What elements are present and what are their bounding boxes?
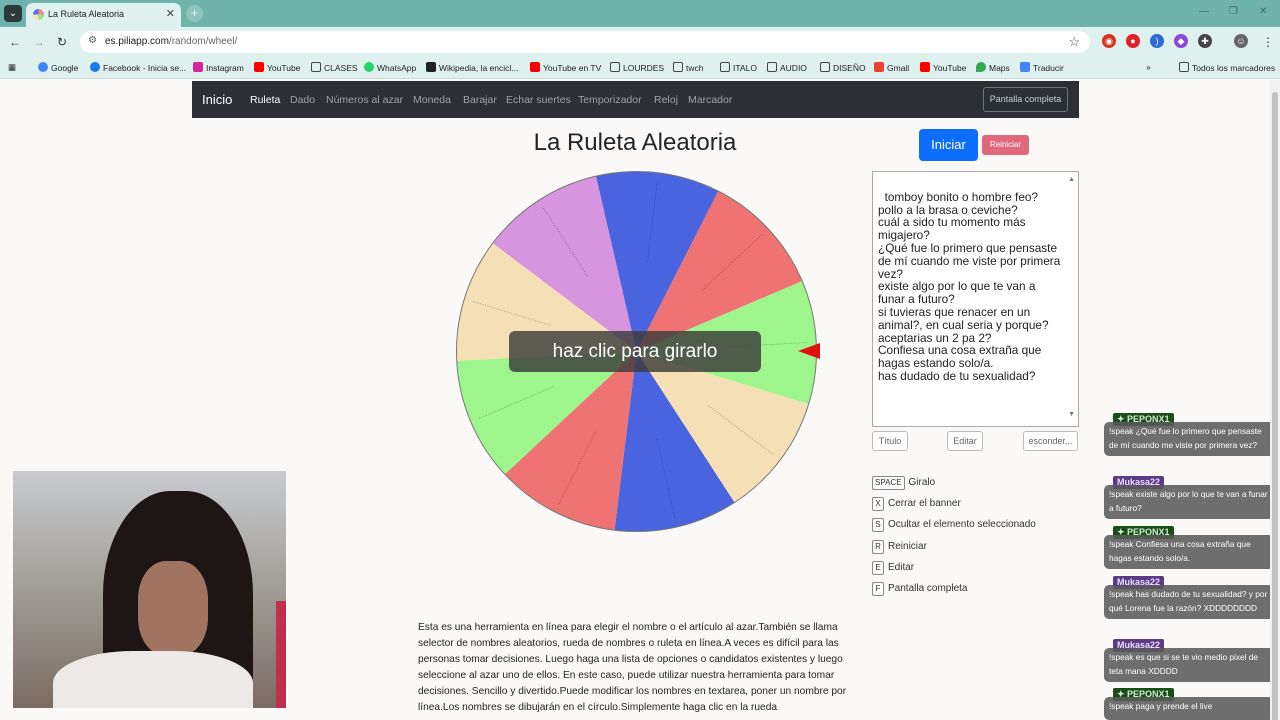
bookmark-item[interactable]: Maps <box>976 62 1010 73</box>
bookmark-item[interactable]: Traducir <box>1020 62 1064 73</box>
extension-icon[interactable]: ) <box>1150 34 1164 48</box>
options-text: tomboy bonito o hombre feo? pollo a la b… <box>878 189 1061 383</box>
chat-message: !speak has dudado de tu sexualidad? y po… <box>1104 585 1274 619</box>
extension-icon[interactable]: ◉ <box>1102 34 1116 48</box>
wheel-favicon-icon <box>33 9 44 20</box>
bookmark-folder[interactable]: ITALO <box>720 62 757 73</box>
browser-tab-active[interactable]: La Ruleta Aleatoria ✕ <box>26 3 181 27</box>
more-bookmarks-icon[interactable]: » <box>1146 62 1151 72</box>
url-text: es.piliapp.com/random/wheel/ <box>105 36 238 47</box>
hide-button[interactable]: esconder... <box>1023 431 1078 451</box>
reload-icon[interactable]: ↻ <box>57 35 67 49</box>
brand-link[interactable]: Inicio <box>202 92 232 107</box>
close-icon[interactable]: ✕ <box>166 7 175 20</box>
bookmark-folder[interactable]: LOURDES <box>610 62 664 73</box>
close-window-icon[interactable]: ✕ <box>1259 6 1267 17</box>
bookmark-item[interactable]: Google <box>38 62 78 73</box>
title-button[interactable]: Título <box>872 431 908 451</box>
nav-link-moneda[interactable]: Moneda <box>413 94 451 106</box>
chat-message: !speak Confiesa una cosa extraña que hag… <box>1104 535 1274 569</box>
bookmark-item[interactable]: Instagram <box>193 62 244 73</box>
scrollbar-thumb[interactable] <box>1272 92 1278 720</box>
wheel-pointer-icon <box>798 343 820 359</box>
bookmark-star-icon[interactable]: ☆ <box>1068 34 1080 50</box>
nav-link-marcador[interactable]: Marcador <box>688 94 732 106</box>
scroll-down-icon[interactable]: ▼ <box>1068 409 1075 422</box>
bookmark-item[interactable]: YouTube <box>254 62 300 73</box>
options-textarea[interactable]: tomboy bonito o hombre feo? pollo a la b… <box>872 171 1079 427</box>
site-navbar: Inicio Ruleta Dado Números al azar Moned… <box>192 81 1079 118</box>
tab-title: La Ruleta Aleatoria <box>48 9 125 19</box>
maximize-icon[interactable]: ❐ <box>1229 6 1238 17</box>
bookmark-folder[interactable]: AUDIO <box>767 62 807 73</box>
apps-grid-icon[interactable]: ▦ <box>8 62 16 73</box>
nav-link-ruleta[interactable]: Ruleta <box>250 94 280 106</box>
shortcut-f: F Pantalla completa <box>872 582 968 596</box>
edit-button[interactable]: Editar <box>947 431 983 451</box>
bookmark-item[interactable]: YouTube en TV <box>530 62 601 73</box>
fullscreen-button[interactable]: Pantalla completa <box>983 87 1068 112</box>
bookmark-item[interactable]: YouTube <box>920 62 966 73</box>
shortcut-space: SPACE Giralo <box>872 476 935 490</box>
tab-search-button[interactable]: ⌄ <box>4 5 22 22</box>
chat-message: !speak ¿Qué fue lo primero que pensaste … <box>1104 422 1274 456</box>
nav-link-numeros[interactable]: Números al azar <box>326 94 403 106</box>
description-text: Esta es una herramienta en línea para el… <box>418 622 847 713</box>
all-bookmarks-folder[interactable]: Todos los marcadores <box>1179 62 1275 73</box>
nav-link-reloj[interactable]: Reloj <box>654 94 678 106</box>
page-scrollbar[interactable] <box>1270 80 1280 720</box>
bookmark-folder[interactable]: CLASES <box>311 62 358 73</box>
nav-link-dado[interactable]: Dado <box>290 94 315 106</box>
menu-kebab-icon[interactable]: ⋮ <box>1262 35 1274 49</box>
bookmark-item[interactable]: Gmail <box>874 62 909 73</box>
nav-link-temporizador[interactable]: Temporizador <box>578 94 642 106</box>
forward-arrow-icon[interactable]: → <box>33 35 45 49</box>
webcam-overlay <box>13 471 286 708</box>
extension-icon[interactable]: ● <box>1126 34 1140 48</box>
shortcut-r: R Reiniciar <box>872 540 927 554</box>
shortcut-s: S Ocultar el elemento seleccionado <box>872 518 1036 532</box>
bookmark-item[interactable]: Wikipedia, la encicl... <box>426 62 518 73</box>
nav-link-barajar[interactable]: Barajar <box>463 94 497 106</box>
bookmark-item[interactable]: Facebook - Inicia se... <box>90 62 186 73</box>
bookmark-folder[interactable]: twch <box>673 62 703 73</box>
minimize-icon[interactable]: — <box>1199 6 1209 17</box>
shortcut-x: X Cerrar el banner <box>872 497 961 511</box>
browser-tab-strip: ⌄ La Ruleta Aleatoria ✕ + — ❐ ✕ <box>0 0 1280 27</box>
browser-toolbar: ← → ↻ ⚙ es.piliapp.com/random/wheel/ ☆ ◉… <box>0 27 1280 57</box>
address-bar[interactable]: ⚙ es.piliapp.com/random/wheel/ ☆ <box>80 31 1090 53</box>
reset-button[interactable]: Reiniciar <box>982 135 1029 155</box>
profile-avatar-icon[interactable]: ☺ <box>1234 34 1248 48</box>
start-button[interactable]: Iniciar <box>919 129 978 161</box>
extension-icon[interactable]: ◆ <box>1174 34 1188 48</box>
spin-banner[interactable]: haz clic para girarlo <box>509 331 761 372</box>
bookmark-item[interactable]: WhatsApp <box>364 62 416 73</box>
chat-message: !speak existe algo por lo que te van a f… <box>1104 485 1274 519</box>
chat-message: !speak paga y prende el live <box>1104 697 1274 720</box>
page-title: La Ruleta Aleatoria <box>533 129 737 156</box>
bookmark-folder[interactable]: DISEÑO <box>820 62 866 73</box>
back-arrow-icon[interactable]: ← <box>9 35 21 49</box>
extensions-puzzle-icon[interactable]: ✚ <box>1198 34 1212 48</box>
shortcut-e: E Editar <box>872 561 914 575</box>
scroll-up-icon[interactable]: ▲ <box>1068 174 1075 187</box>
bookmarks-bar: ▦ Google Facebook - Inicia se... Instagr… <box>0 57 1280 79</box>
chat-message: !speak es que si se te vio medio pixel d… <box>1104 648 1274 682</box>
nav-link-echar-suertes[interactable]: Echar suertes <box>506 94 571 106</box>
new-tab-button[interactable]: + <box>186 5 203 22</box>
site-info-icon[interactable]: ⚙ <box>88 35 97 46</box>
